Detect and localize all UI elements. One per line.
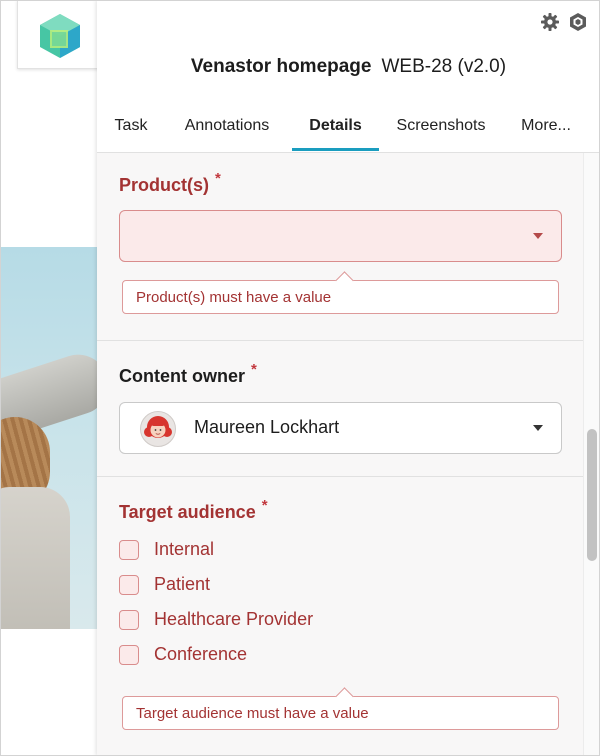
background-photo bbox=[0, 247, 100, 629]
checkbox-box[interactable] bbox=[119, 645, 139, 665]
required-marker: * bbox=[251, 361, 257, 378]
tab-bar: Task Annotations Details Screenshots Mor… bbox=[97, 112, 600, 152]
panel-header: Venastor homepage WEB-28 (v2.0) Task Anno… bbox=[97, 0, 600, 153]
section-divider bbox=[97, 476, 583, 477]
checkbox-label: Healthcare Provider bbox=[154, 609, 314, 629]
checkbox-label: Patient bbox=[154, 574, 211, 594]
checkbox-box[interactable] bbox=[119, 540, 139, 560]
scrollbar-thumb[interactable] bbox=[587, 429, 597, 561]
form-content: Product(s) * Product(s) must have a value… bbox=[97, 153, 583, 756]
products-select[interactable] bbox=[119, 210, 562, 262]
avatar bbox=[140, 411, 176, 447]
checkbox-box[interactable] bbox=[119, 575, 139, 595]
target-audience-label: Target audience * bbox=[119, 497, 268, 523]
content-owner-select[interactable]: Maureen Lockhart bbox=[119, 402, 562, 454]
tab-screenshots[interactable]: Screenshots bbox=[393, 112, 489, 152]
content-owner-value: Maureen Lockhart bbox=[194, 417, 340, 437]
section-divider bbox=[97, 340, 583, 341]
checkbox-label: Internal bbox=[154, 539, 215, 559]
caret-down-icon bbox=[533, 233, 543, 239]
tab-more[interactable]: More... bbox=[515, 112, 577, 152]
gear-icon[interactable] bbox=[540, 12, 560, 32]
content-owner-label: Content owner * bbox=[119, 361, 257, 387]
project-name: Venastor homepage bbox=[190, 56, 372, 77]
checkbox-box[interactable] bbox=[119, 610, 139, 630]
products-label: Product(s) * bbox=[119, 170, 221, 196]
project-version: WEB-28 (v2.0) bbox=[381, 56, 507, 77]
tab-annotations[interactable]: Annotations bbox=[177, 112, 277, 152]
cube-icon[interactable] bbox=[569, 12, 587, 32]
caret-down-icon bbox=[533, 425, 543, 431]
logo-card[interactable] bbox=[17, 0, 109, 69]
details-panel: Venastor homepage WEB-28 (v2.0) Task Anno… bbox=[97, 0, 600, 756]
tab-task[interactable]: Task bbox=[105, 112, 157, 152]
hexagon-logo-icon bbox=[40, 14, 80, 58]
required-marker: * bbox=[261, 497, 268, 514]
scrollbar[interactable] bbox=[583, 153, 600, 756]
content-owner-label-text: Content owner bbox=[119, 366, 245, 386]
tab-details[interactable]: Details bbox=[292, 112, 379, 152]
checkbox-label: Conference bbox=[154, 644, 248, 664]
required-marker: * bbox=[215, 170, 221, 187]
products-error-message: Product(s) must have a value bbox=[122, 280, 559, 314]
target-audience-label-text: Target audience bbox=[119, 502, 256, 522]
products-label-text: Product(s) bbox=[119, 175, 209, 195]
target-audience-error-message: Target audience must have a value bbox=[122, 696, 559, 730]
active-tab-indicator bbox=[292, 148, 379, 151]
page-title: Venastor homepage WEB-28 (v2.0) bbox=[97, 56, 600, 78]
